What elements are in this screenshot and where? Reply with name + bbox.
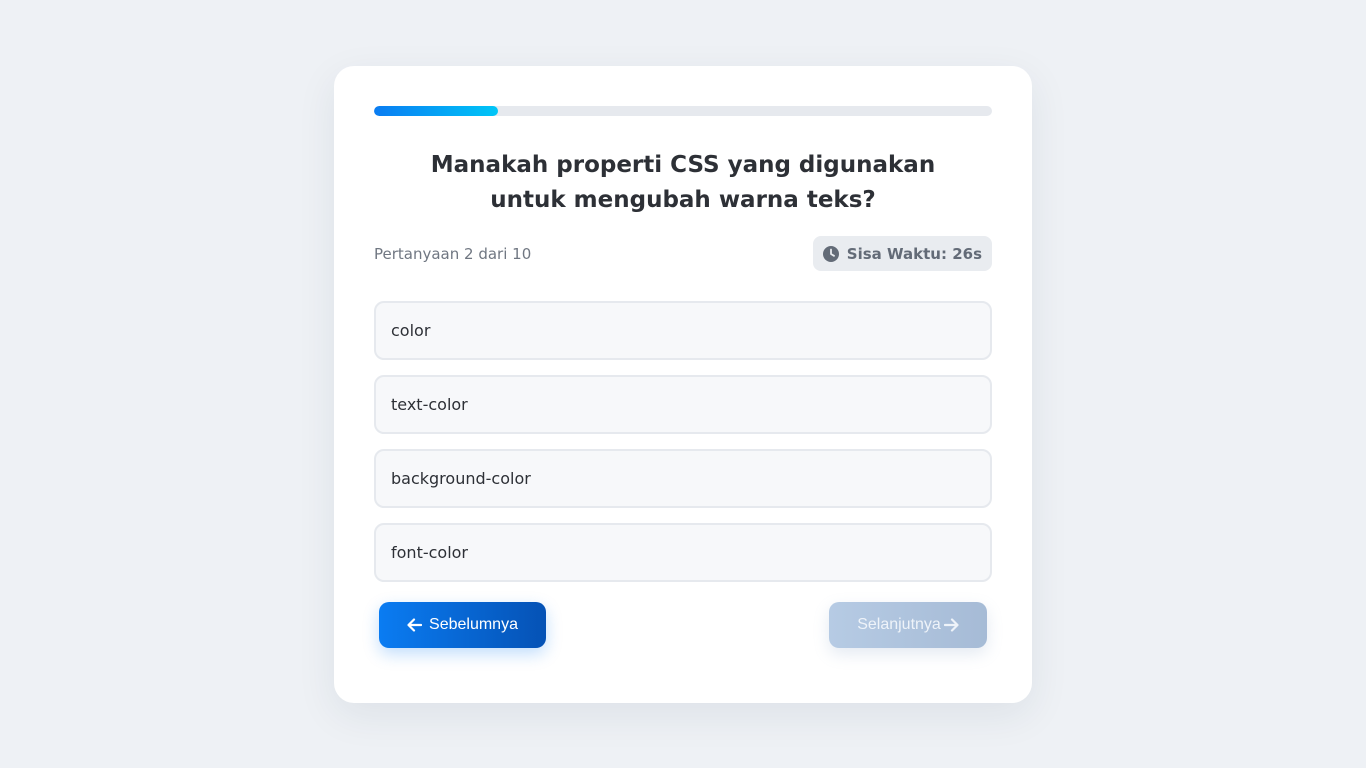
answer-option-label: text-color <box>391 395 468 414</box>
progress-fill <box>374 106 498 116</box>
previous-button[interactable]: Sebelumnya <box>379 602 546 648</box>
answer-option[interactable]: background-color <box>374 449 992 508</box>
answer-option[interactable]: font-color <box>374 523 992 582</box>
question-text: Manakah properti CSS yang digunakan untu… <box>430 152 936 213</box>
answer-option-label: background-color <box>391 469 531 488</box>
navigation-buttons: Sebelumnya Selanjutnya <box>374 602 992 648</box>
answer-options: color text-color background-color font-c… <box>374 301 992 582</box>
previous-button-label: Sebelumnya <box>429 616 518 633</box>
answer-option[interactable]: text-color <box>374 375 992 434</box>
timer-badge: Sisa Waktu: 26s <box>812 236 992 271</box>
next-button[interactable]: Selanjutnya <box>829 602 987 648</box>
arrow-left-icon <box>407 618 423 632</box>
quiz-card: Manakah properti CSS yang digunakan untu… <box>334 66 1032 703</box>
next-button-label: Selanjutnya <box>857 616 941 633</box>
clock-icon <box>822 245 839 262</box>
answer-option[interactable]: color <box>374 301 992 360</box>
progress-bar <box>374 106 992 116</box>
answer-option-label: color <box>391 321 431 340</box>
answer-option-label: font-color <box>391 543 469 562</box>
arrow-right-icon <box>943 618 959 632</box>
question-meta: Pertanyaan 2 dari 10 Sisa Waktu: 26s <box>374 236 992 271</box>
question-counter: Pertanyaan 2 dari 10 <box>374 244 532 263</box>
timer-label: Sisa Waktu: 26s <box>846 244 982 263</box>
